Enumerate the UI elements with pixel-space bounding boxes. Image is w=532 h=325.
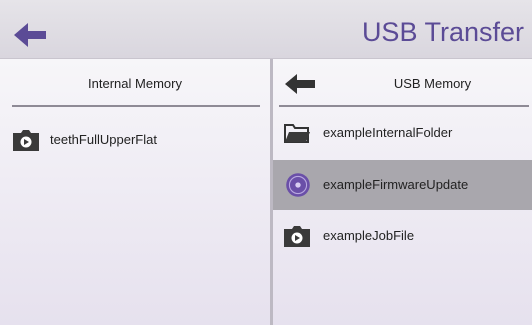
usb-job-label: exampleJobFile: [323, 228, 415, 243]
video-folder-icon: [13, 130, 39, 151]
usb-memory-divider: [279, 105, 529, 107]
internal-memory-pane: Internal Memory teethFullUpperFlat: [0, 59, 270, 325]
internal-file-row[interactable]: teethFullUpperFlat: [0, 115, 270, 165]
usb-back-button[interactable]: [283, 71, 319, 97]
back-arrow-icon: [285, 74, 315, 94]
back-arrow-icon: [14, 23, 46, 47]
internal-file-label: teethFullUpperFlat: [50, 132, 157, 147]
video-folder-icon: [284, 226, 310, 247]
firmware-disc-icon: [286, 173, 310, 197]
usb-memory-title: USB Memory: [393, 76, 472, 91]
usb-memory-pane: USB Memory exampleInternalFolder example…: [273, 59, 532, 325]
usb-firmware-row[interactable]: exampleFirmwareUpdate: [273, 160, 532, 210]
header-bar: USB Transfer: [0, 0, 532, 59]
usb-job-row[interactable]: exampleJobFile: [273, 211, 532, 261]
back-button[interactable]: [12, 20, 52, 50]
usb-folder-label: exampleInternalFolder: [323, 125, 453, 140]
internal-memory-divider: [12, 105, 260, 107]
page-title: USB Transfer: [361, 17, 524, 47]
folder-icon: [284, 124, 310, 143]
internal-memory-title: Internal Memory: [88, 76, 182, 91]
usb-firmware-label: exampleFirmwareUpdate: [323, 177, 469, 192]
usb-folder-row[interactable]: exampleInternalFolder: [273, 108, 532, 158]
